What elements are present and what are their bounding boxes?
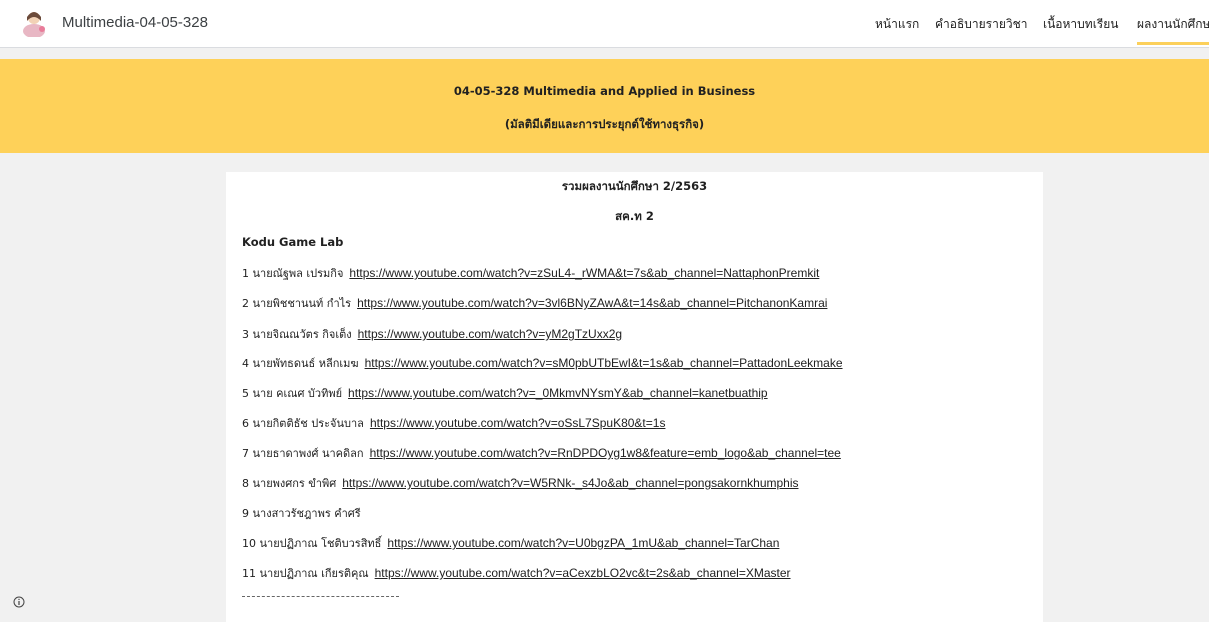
content-panel: รวมผลงานนักศึกษา 2/2563 สค.ท 2 Kodu Game… [226,172,1043,622]
list-item: 10 นายปฏิภาณ โชติบวรสิทธิ์ https://www.yo… [242,534,779,552]
list-item: 8 นายพงศกร ขำพิศ https://www.youtube.com/… [242,474,799,492]
list-item: 2 นายพิชชานนท์ กำไร https://www.youtube.c… [242,294,827,312]
video-link[interactable]: https://www.youtube.com/watch?v=W5RNk-_s… [342,476,798,490]
nav-home[interactable]: หน้าแรก [875,15,919,34]
video-link[interactable]: https://www.youtube.com/watch?v=yM2gTzUx… [358,327,622,341]
top-navigation-bar: Multimedia-04-05-328 หน้าแรก คำอธิบายราย… [0,0,1209,48]
student-name: 4 นายพัทธดนธ์ หลีกเมฆ [242,357,359,370]
student-name: 10 นายปฏิภาณ โชติบวรสิทธิ์ [242,537,382,550]
section-label: สค.ท 2 [615,209,654,223]
video-link[interactable]: https://www.youtube.com/watch?v=RnDPDOyg… [370,446,841,460]
list-item: 5 นาย คเณศ บัวทิพย์ https://www.youtube.c… [242,384,768,402]
video-link[interactable]: https://www.youtube.com/watch?v=3vl6BNyZ… [357,296,827,310]
video-link[interactable]: https://www.youtube.com/watch?v=oSsL7Spu… [370,416,666,430]
list-item: 9 นางสาวรัชฎาพร คำศรี [242,504,361,522]
student-name: 9 นางสาวรัชฎาพร คำศรี [242,507,361,520]
student-name: 2 นายพิชชานนท์ กำไร [242,297,352,310]
course-banner: 04-05-328 Multimedia and Applied in Busi… [0,59,1209,153]
nav-course-description[interactable]: คำอธิบายรายวิชา [935,15,1028,34]
banner-title: 04-05-328 Multimedia and Applied in Busi… [453,84,756,98]
subheading: Kodu Game Lab [242,235,344,249]
video-link[interactable]: https://www.youtube.com/watch?v=zSuL4-_r… [349,266,819,280]
list-item: 4 นายพัทธดนธ์ หลีกเมฆ https://www.youtube… [242,354,843,372]
list-item: 7 นายธาดาพงศ์ นาคดิลก https://www.youtube… [242,444,841,462]
list-item: 3 นายจิณณวัตร กิจเต็ง https://www.youtube… [242,325,622,343]
student-name: 7 นายธาดาพงศ์ นาคดิลก [242,447,364,460]
student-name: 5 นาย คเณศ บัวทิพย์ [242,387,343,400]
site-title[interactable]: Multimedia-04-05-328 [62,14,208,31]
list-item: 1 นายณัฐพล เปรมกิจ https://www.youtube.co… [242,264,819,282]
info-icon[interactable] [13,593,25,608]
nav-student-works[interactable]: ผลงานนักศึกษ [1137,15,1209,34]
video-link[interactable]: https://www.youtube.com/watch?v=sM0pbUTb… [365,356,843,370]
student-name: 8 นายพงศกร ขำพิศ [242,477,337,490]
student-name: 11 นายปฏิภาณ เกียรติคุณ [242,567,369,580]
video-link[interactable]: https://www.youtube.com/watch?v=U0bgzPA_… [387,536,779,550]
list-item: 6 นายกิตติธัช ประจันบาล https://www.youtu… [242,414,665,432]
active-nav-indicator [1137,42,1209,45]
video-link[interactable]: https://www.youtube.com/watch?v=aCexzbLO… [375,566,791,580]
nav-lesson-content[interactable]: เนื้อหาบทเรียน [1043,15,1118,34]
banner-subtitle: (มัลติมีเดียและการประยุกต์ใช้ทางธุรกิจ) [504,117,705,131]
page-heading: รวมผลงานนักศึกษา 2/2563 [561,179,708,193]
student-name: 1 นายณัฐพล เปรมกิจ [242,267,344,280]
video-link[interactable]: https://www.youtube.com/watch?v=_0MkmvNY… [348,386,768,400]
site-logo-icon[interactable] [19,7,49,37]
dashed-divider [242,596,399,597]
student-name: 6 นายกิตติธัช ประจันบาล [242,417,364,430]
student-name: 3 นายจิณณวัตร กิจเต็ง [242,328,352,341]
list-item: 11 นายปฏิภาณ เกียรติคุณ https://www.youtu… [242,564,791,582]
